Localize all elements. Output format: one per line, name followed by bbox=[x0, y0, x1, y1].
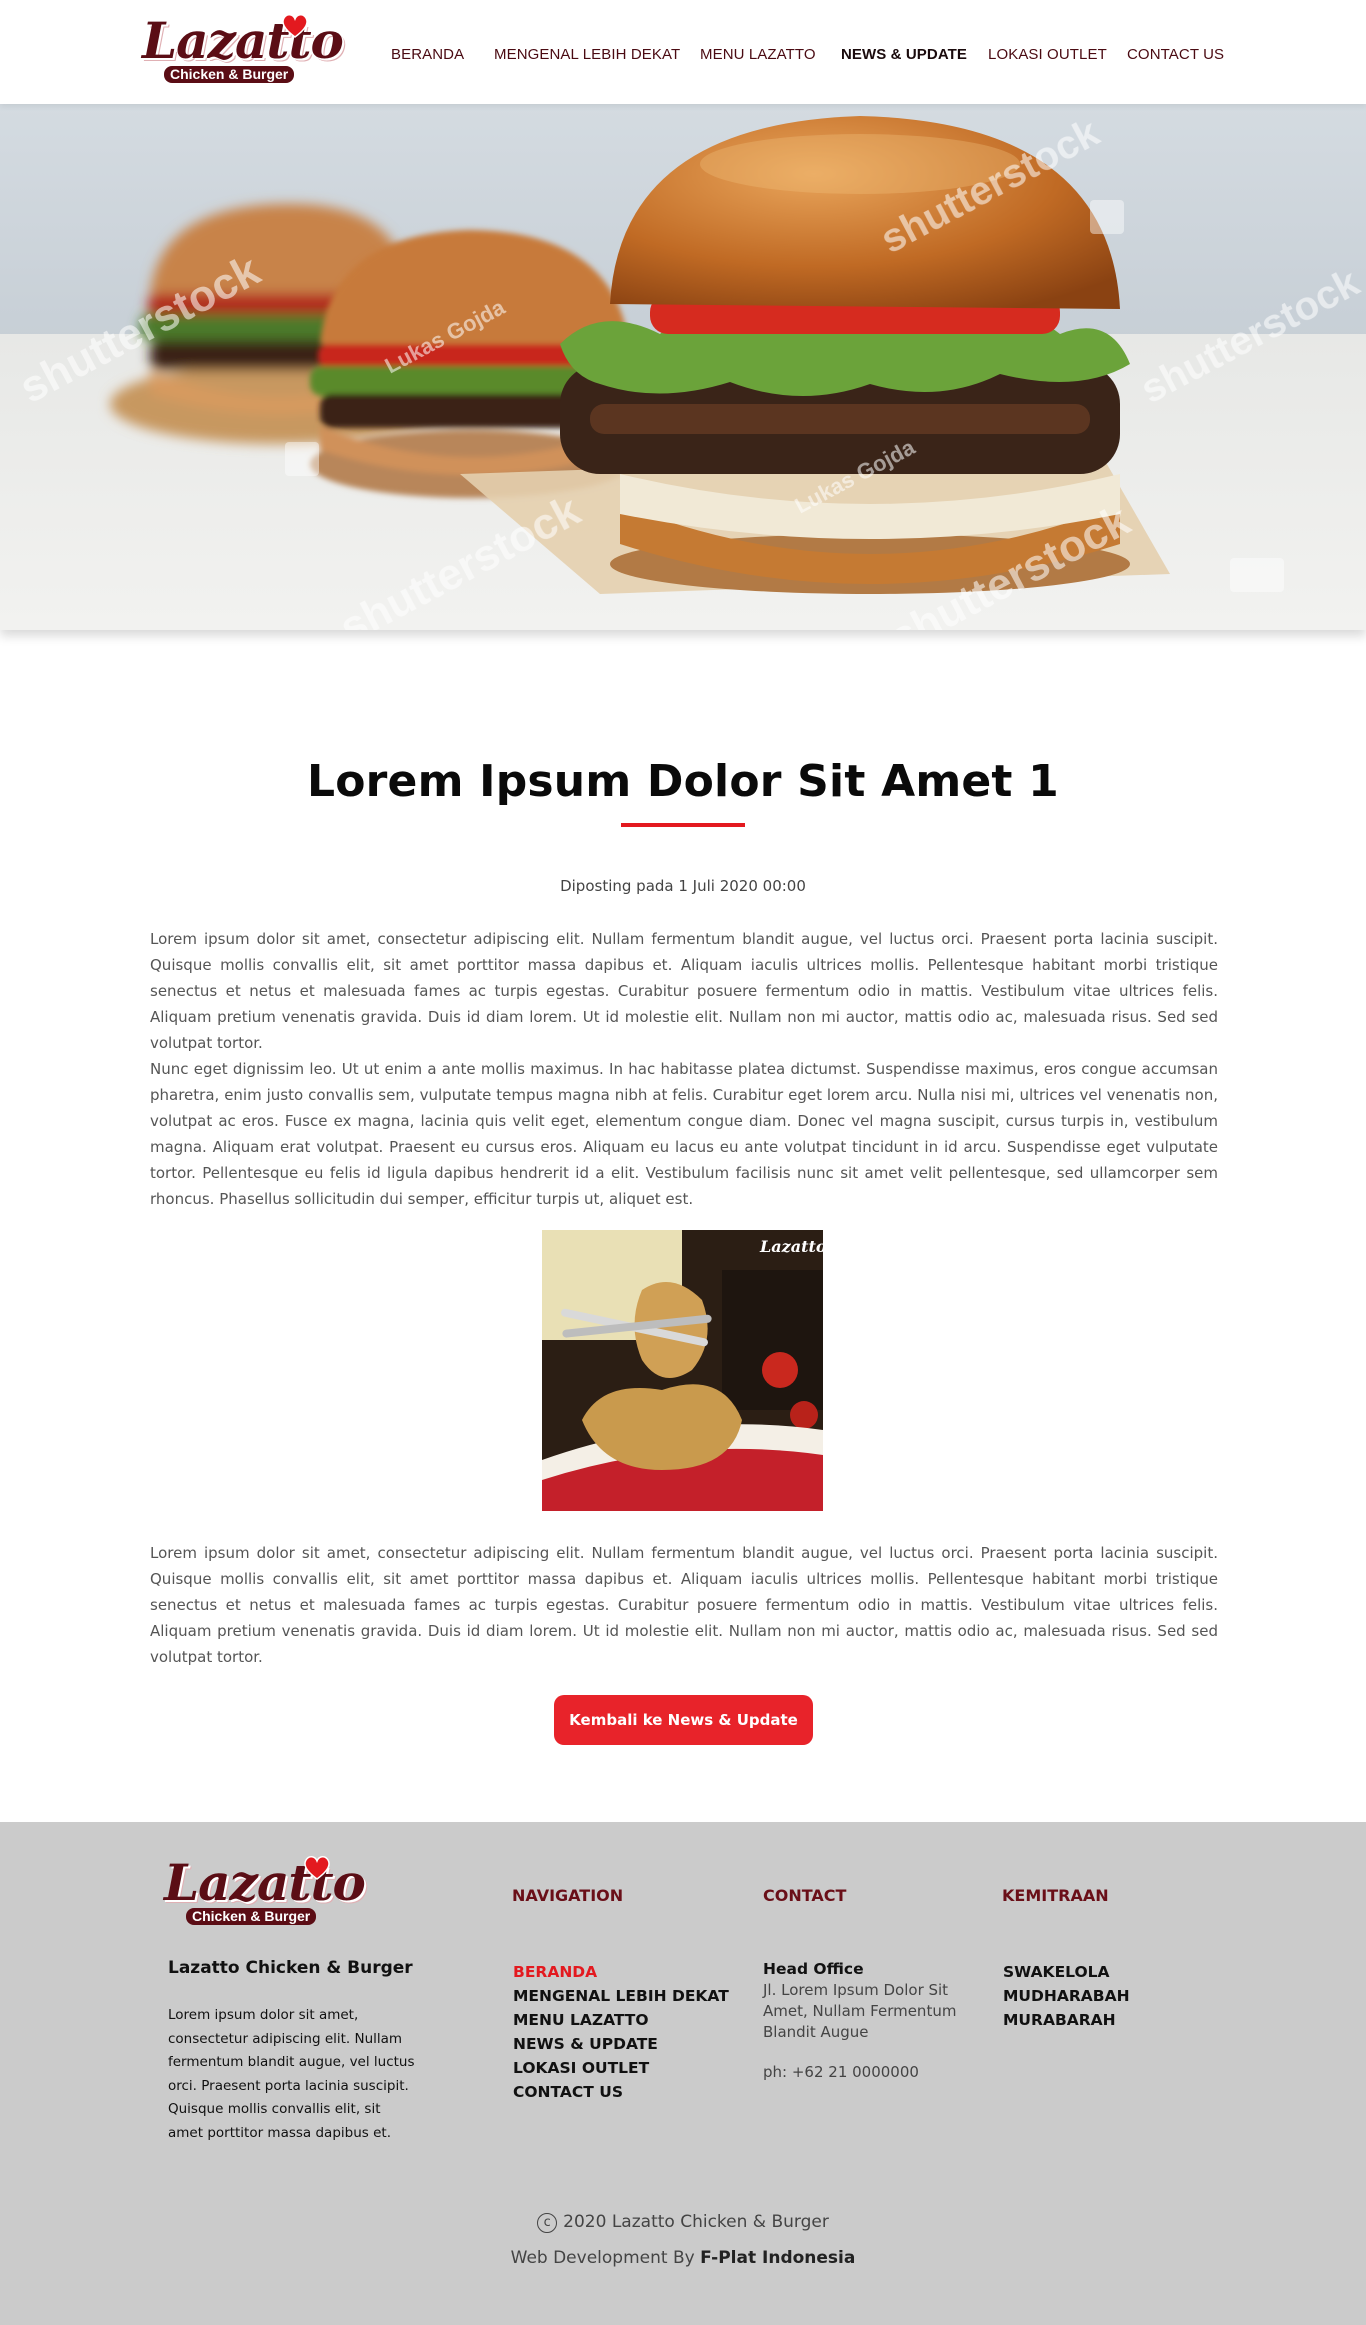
developer-prefix: Web Development By bbox=[510, 2248, 695, 2268]
article-paragraph: Nunc eget dignissim leo. Ut ut enim a an… bbox=[150, 1060, 1218, 1208]
nav-contact-us[interactable]: CONTACT US bbox=[1127, 46, 1224, 63]
footer-nav-mengenal-lebih-dekat[interactable]: MENGENAL LEBIH DEKAT bbox=[513, 1984, 729, 2008]
nav-mengenal-lebih-dekat[interactable]: MENGENAL LEBIH DEKAT bbox=[494, 46, 680, 63]
footer-kemitraan-list: SWAKELOLA MUDHARABAH MURABARAH bbox=[1003, 1960, 1130, 2032]
head-office-label: Head Office bbox=[763, 1960, 864, 1978]
footer-nav-beranda[interactable]: BERANDA bbox=[513, 1960, 729, 1984]
developer-name[interactable]: F-Plat Indonesia bbox=[700, 2248, 855, 2268]
kemitraan-swakelola[interactable]: SWAKELOLA bbox=[1003, 1960, 1130, 1984]
footer-contact-heading: CONTACT bbox=[763, 1886, 847, 1905]
footer-nav-heading: NAVIGATION bbox=[512, 1886, 624, 1905]
heart-icon bbox=[304, 1856, 330, 1880]
back-to-news-button[interactable]: Kembali ke News & Update bbox=[554, 1695, 813, 1745]
hero-burger-image: shutterstock Lukas Gojda shutterstock Lu… bbox=[0, 110, 1366, 630]
article-paragraph: Lorem ipsum dolor sit amet, consectetur … bbox=[150, 1544, 1218, 1666]
kemitraan-murabarah[interactable]: MURABARAH bbox=[1003, 2008, 1130, 2032]
logo-subtext: Chicken & Burger bbox=[186, 1908, 317, 1926]
footer-nav-list: BERANDA MENGENAL LEBIH DEKAT MENU LAZATT… bbox=[513, 1960, 729, 2104]
footer-description: Lorem ipsum dolor sit amet, consectetur … bbox=[168, 2007, 415, 2141]
nav-menu-lazatto[interactable]: MENU LAZATTO bbox=[700, 46, 816, 63]
title-underline bbox=[621, 823, 745, 827]
footer-contact: Head Office Jl. Lorem Ipsum Dolor Sit Am… bbox=[763, 1958, 983, 2081]
footer-nav-news-update[interactable]: NEWS & UPDATE bbox=[513, 2032, 729, 2056]
copyright-icon: c bbox=[537, 2213, 558, 2233]
office-address: Jl. Lorem Ipsum Dolor Sit Amet, Nullam F… bbox=[763, 1981, 957, 2041]
hero-banner: shutterstock Lukas Gojda shutterstock Lu… bbox=[0, 104, 1366, 630]
nav-beranda[interactable]: BERANDA bbox=[391, 46, 464, 63]
footer-kemitraan-heading: KEMITRAAN bbox=[1002, 1886, 1109, 1905]
office-phone[interactable]: ph: +62 21 0000000 bbox=[763, 2063, 983, 2081]
article-paragraph: Lorem ipsum dolor sit amet, consectetur … bbox=[150, 930, 1218, 1052]
footer-nav-menu-lazatto[interactable]: MENU LAZATTO bbox=[513, 2008, 729, 2032]
image-logo: Lazatto bbox=[759, 1237, 823, 1256]
footer-brand-name: Lazatto Chicken & Burger bbox=[168, 1958, 413, 1978]
footer-nav-contact-us[interactable]: CONTACT US bbox=[513, 2080, 729, 2104]
developer-credit: Web Development By F-Plat Indonesia bbox=[0, 2248, 1366, 2268]
nav-lokasi-outlet[interactable]: LOKASI OUTLET bbox=[988, 46, 1107, 63]
footer-logo[interactable]: Lazatto Chicken & Burger bbox=[160, 1852, 366, 1932]
site-header: Lazatto Chicken & Burger BERANDA MENGENA… bbox=[0, 0, 1366, 104]
nav-news-update[interactable]: NEWS & UPDATE bbox=[841, 46, 967, 63]
article-title: Lorem Ipsum Dolor Sit Amet 1 bbox=[306, 756, 1060, 807]
logo-subtext: Chicken & Burger bbox=[164, 66, 295, 84]
footer-nav-lokasi-outlet[interactable]: LOKASI OUTLET bbox=[513, 2056, 729, 2080]
copyright: c 2020 Lazatto Chicken & Burger bbox=[0, 2212, 1366, 2233]
logo-text: Lazatto bbox=[164, 1853, 366, 1912]
heart-icon bbox=[282, 14, 308, 38]
kemitraan-mudharabah[interactable]: MUDHARABAH bbox=[1003, 1984, 1130, 2008]
site-footer: Lazatto Chicken & Burger Lazatto Chicken… bbox=[0, 1822, 1366, 2325]
main-nav: BERANDA MENGENAL LEBIH DEKAT MENU LAZATT… bbox=[0, 46, 1366, 66]
copyright-text: 2020 Lazatto Chicken & Burger bbox=[563, 2212, 829, 2232]
post-date: Diposting pada 1 Juli 2020 00:00 bbox=[560, 877, 806, 895]
fried-chicken-image: Lazatto bbox=[542, 1230, 823, 1511]
